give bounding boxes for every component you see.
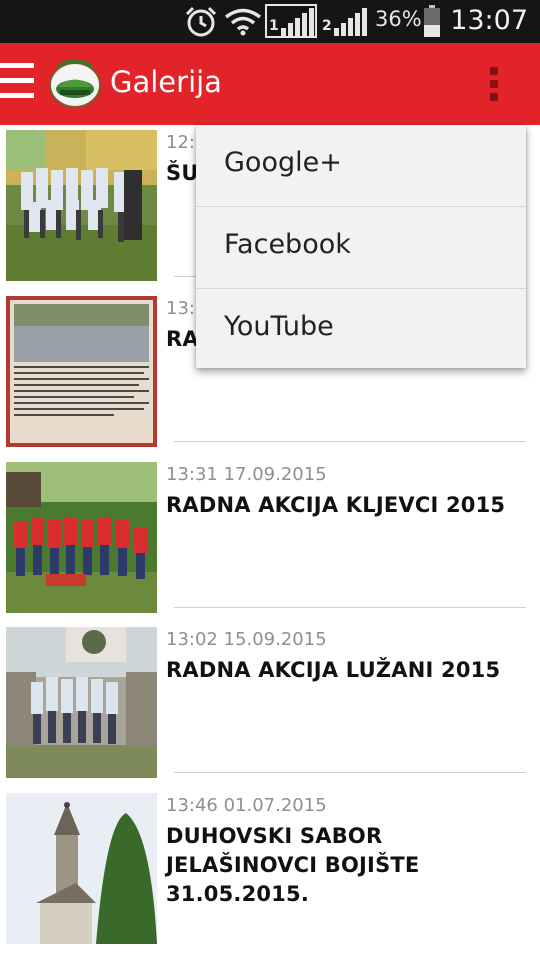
item-title: DUHOVSKI SABOR JELAŠINOVCI BOJIŠTE 31.05… — [166, 824, 420, 906]
alarm-icon — [185, 6, 217, 37]
overflow-menu-icon[interactable] — [490, 67, 498, 101]
item-date: 13:46 01.07.2015 — [166, 795, 327, 816]
item-date: 13:02 15.09.2015 — [166, 629, 327, 650]
menu-item-youtube[interactable]: YouTube — [196, 289, 526, 370]
menu-item-label: YouTube — [224, 311, 334, 342]
gallery-thumbnail[interactable] — [6, 130, 157, 281]
menu-item-facebook[interactable]: Facebook — [196, 207, 526, 288]
menu-item-google-plus[interactable]: Google+ — [196, 125, 526, 206]
app-logo — [49, 59, 101, 108]
sim1-label: 1 — [269, 18, 279, 34]
item-date: 13: — [166, 298, 195, 319]
gallery-thumbnail[interactable] — [6, 627, 157, 778]
divider — [174, 441, 526, 442]
status-bar: 1 2 36% 13:07 — [0, 0, 540, 43]
battery-percent: 36% — [375, 7, 422, 31]
app-title: Galerija — [110, 65, 222, 99]
sim2-label: 2 — [322, 18, 332, 34]
app-bar: Galerija — [0, 43, 540, 125]
gallery-thumbnail[interactable] — [6, 462, 157, 613]
divider — [174, 607, 526, 608]
item-date: 13:31 17.09.2015 — [166, 464, 327, 485]
menu-hamburger-icon[interactable] — [0, 63, 34, 105]
overflow-menu-popup: Google+ Facebook YouTube — [196, 125, 526, 368]
list-item[interactable]: 13:02 15.09.2015 RADNA AKCIJA LUŽANI 201… — [0, 622, 540, 788]
menu-item-label: Facebook — [224, 229, 351, 260]
divider — [174, 772, 526, 773]
list-item[interactable]: 13:46 01.07.2015 DUHOVSKI SABOR JELAŠINO… — [0, 788, 540, 954]
sim2-signal-icon: 2 — [320, 4, 372, 38]
gallery-thumbnail[interactable] — [6, 793, 157, 944]
list-item[interactable]: 13:31 17.09.2015 RADNA AKCIJA KLJEVCI 20… — [0, 457, 540, 623]
item-title: RADNA AKCIJA KLJEVCI 2015 — [166, 493, 506, 517]
sim1-signal-icon: 1 — [265, 4, 317, 38]
menu-item-label: Google+ — [224, 147, 342, 178]
wifi-icon — [224, 8, 262, 36]
gallery-thumbnail[interactable] — [6, 296, 157, 447]
item-title: RADNA AKCIJA LUŽANI 2015 — [166, 658, 501, 682]
battery-icon — [424, 5, 440, 37]
status-time: 13:07 — [450, 5, 528, 36]
